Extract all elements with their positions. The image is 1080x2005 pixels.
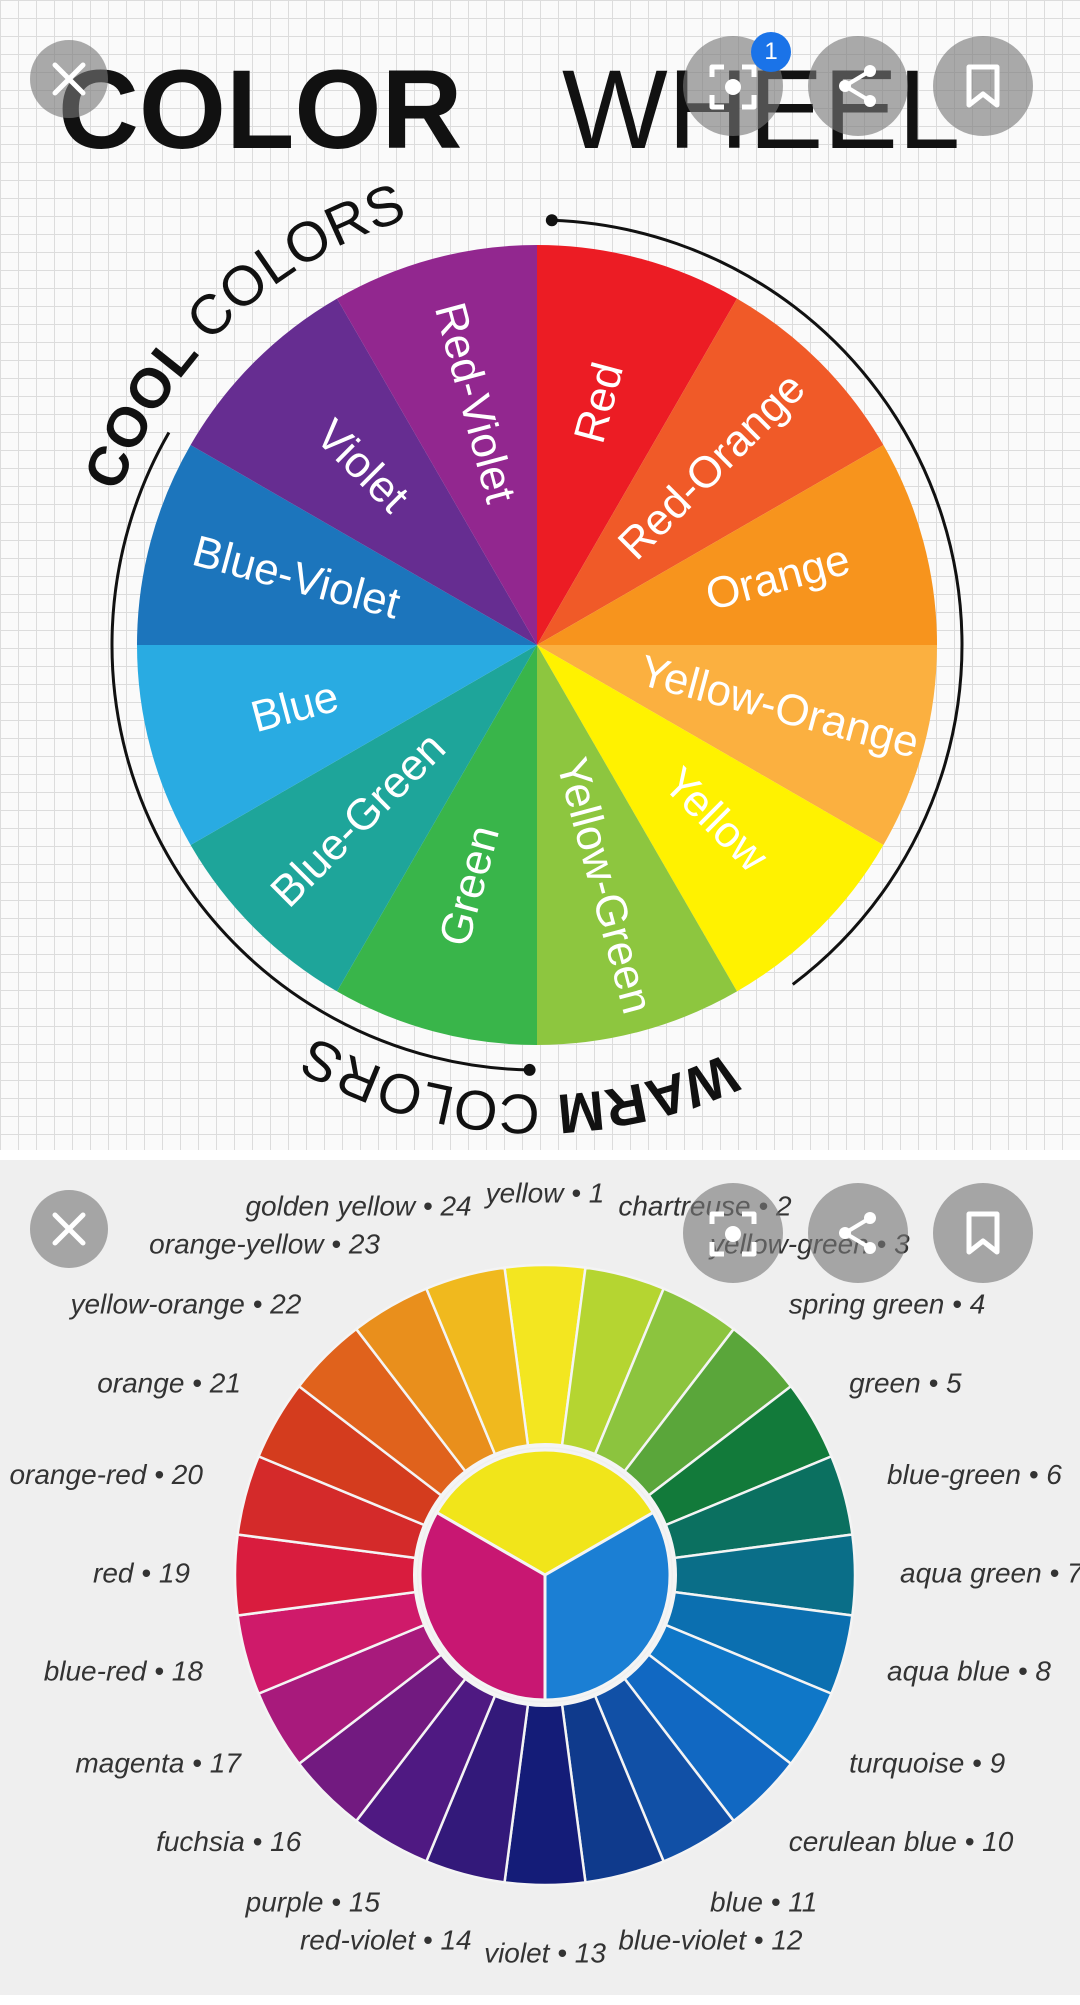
numbered-label: magenta • 17: [75, 1747, 242, 1778]
numbered-label: blue • 11: [710, 1886, 817, 1917]
close-button-2[interactable]: [30, 1190, 108, 1268]
bookmark-icon: [966, 1211, 1000, 1255]
numbered-label: blue-red • 18: [44, 1656, 204, 1687]
bookmark-button-2[interactable]: [933, 1183, 1033, 1283]
color-wheel-graphic: COLOR WHEEL RedRed-OrangeOrangeYellow-Or…: [58, 47, 964, 1146]
warm-arc-dot: [545, 214, 558, 227]
numbered-label: yellow-orange • 22: [68, 1289, 301, 1320]
numbered-label: yellow • 1: [484, 1177, 605, 1208]
lens-icon: [709, 64, 757, 110]
numbered-label: aqua blue • 8: [887, 1656, 1051, 1687]
numbered-label: orange-yellow • 23: [149, 1228, 380, 1259]
numbered-label: green • 5: [849, 1367, 962, 1398]
card-divider: [0, 1150, 1080, 1160]
numbered-label: orange • 21: [97, 1367, 241, 1398]
numbered-label: red-violet • 14: [300, 1924, 472, 1955]
wheel-segments: RedRed-OrangeOrangeYellow-OrangeYellowYe…: [137, 245, 937, 1045]
numbered-color-wheel-image[interactable]: yellow • 1chartreuse • 2yellow-green • 3…: [0, 1160, 1080, 1995]
close-icon: [52, 62, 86, 96]
color-wheel-image[interactable]: COLOR WHEEL RedRed-OrangeOrangeYellow-Or…: [0, 0, 1080, 1150]
numbered-label: cerulean blue • 10: [789, 1826, 1014, 1857]
numbered-label: purple • 15: [245, 1886, 381, 1917]
numbered-label: blue-green • 6: [887, 1459, 1062, 1490]
close-icon: [52, 1212, 86, 1246]
share-icon: [839, 1212, 876, 1254]
share-icon: [839, 65, 876, 107]
numbered-label: turquoise • 9: [849, 1747, 1005, 1778]
primary-color-center: [413, 1443, 677, 1707]
bookmark-button[interactable]: [933, 36, 1033, 136]
numbered-label: aqua green • 7: [900, 1557, 1080, 1588]
numbered-label: red • 19: [93, 1557, 190, 1588]
title-bold: COLOR: [58, 47, 462, 172]
numbered-label: blue-violet • 12: [618, 1924, 803, 1955]
close-button[interactable]: [30, 40, 108, 118]
lens-button-2[interactable]: [683, 1183, 783, 1283]
numbered-label: orange-red • 20: [9, 1459, 203, 1490]
share-button-2[interactable]: [808, 1183, 908, 1283]
notification-badge: 1: [751, 32, 791, 72]
lens-icon: [709, 1211, 757, 1257]
cool-arc-dot: [523, 1063, 536, 1076]
share-button[interactable]: [808, 36, 908, 136]
bookmark-icon: [966, 64, 1000, 108]
numbered-label: fuchsia • 16: [156, 1826, 302, 1857]
numbered-label: spring green • 4: [789, 1289, 986, 1320]
numbered-label: golden yellow • 24: [245, 1190, 471, 1221]
numbered-wheel-graphic: yellow • 1chartreuse • 2yellow-green • 3…: [9, 1177, 1080, 1968]
numbered-label: violet • 13: [484, 1937, 606, 1968]
